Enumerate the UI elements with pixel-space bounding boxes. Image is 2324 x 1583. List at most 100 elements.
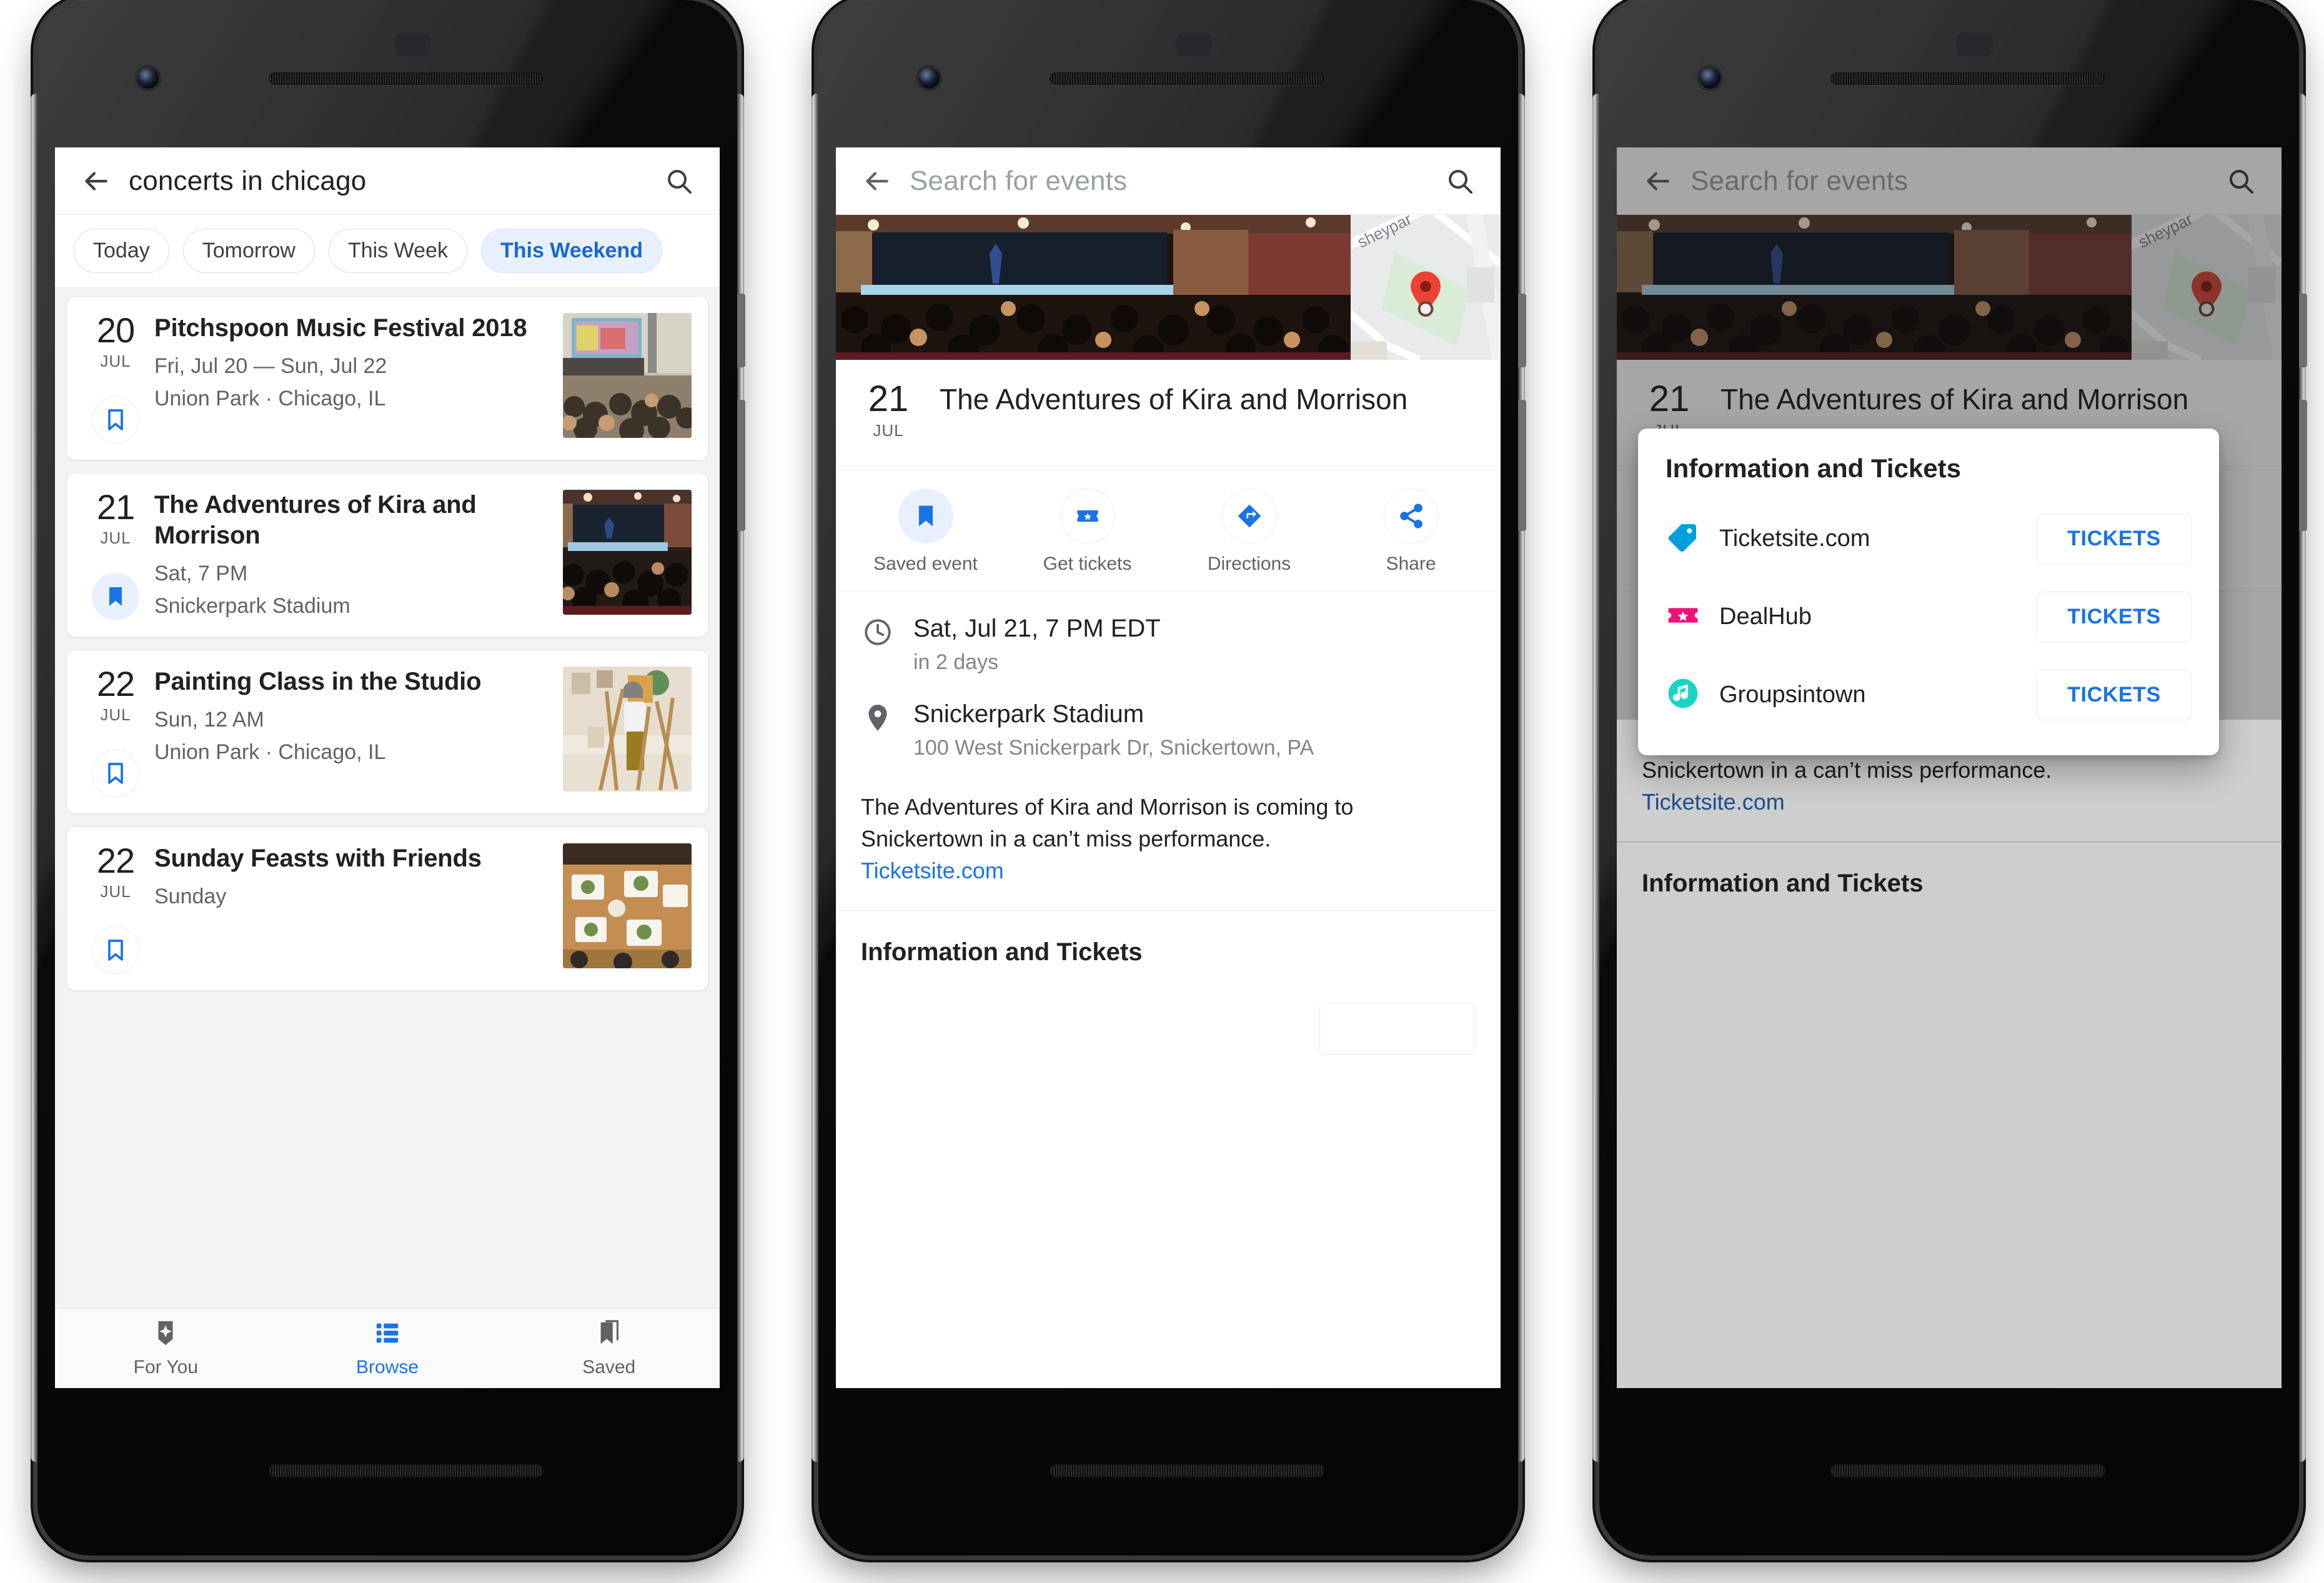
- location-pin-icon: [861, 698, 895, 733]
- event-datetime: Sunday: [154, 884, 227, 908]
- nav-item-saved[interactable]: Saved: [498, 1309, 720, 1388]
- event-date: 21 JUL: [858, 381, 918, 440]
- bottom-speaker: [1830, 1464, 2105, 1477]
- phone-2-left-rail: [812, 94, 818, 1462]
- search-icon[interactable]: [1441, 162, 1479, 201]
- action-saved-event[interactable]: Saved event: [845, 489, 1006, 575]
- event-body: The Adventures of Kira and Morrison Sat,…: [154, 490, 559, 620]
- phone-2-screen: Search for events sheypar 21 JUL The Adv…: [836, 147, 1501, 1388]
- event-title: Painting Class in the Studio: [154, 668, 482, 695]
- provider-row: DealHub TICKETS: [1638, 578, 2219, 656]
- description-link[interactable]: Ticketsite.com: [861, 858, 1004, 883]
- music-note-circle-icon: [1666, 676, 1701, 714]
- action-share[interactable]: Share: [1330, 489, 1492, 575]
- bookmark-button[interactable]: [92, 573, 139, 620]
- event-card[interactable]: 22 JUL Sunday Feasts with Friends Sunday: [66, 826, 708, 991]
- back-button[interactable]: [857, 162, 896, 201]
- event-day: 22: [96, 664, 135, 703]
- bookmark-filled-icon: [898, 489, 953, 543]
- search-icon[interactable]: [660, 162, 698, 201]
- back-button[interactable]: [76, 162, 115, 201]
- event-thumbnail: [563, 313, 692, 438]
- bookmark-button[interactable]: [92, 926, 139, 974]
- event-day: 22: [96, 841, 135, 880]
- bottom-speaker: [1050, 1464, 1324, 1477]
- tickets-button-partial[interactable]: [1319, 1003, 1476, 1056]
- chip-this-weekend[interactable]: This Weekend: [480, 229, 662, 273]
- information-and-tickets-dialog: Information and Tickets Ticketsite.com T…: [1638, 429, 2219, 755]
- phone-3-volume-button[interactable]: [2299, 400, 2307, 531]
- bottom-navigation: For You Browse Saved: [55, 1308, 720, 1388]
- chip-this-week[interactable]: This Week: [328, 229, 467, 273]
- phone-1-volume-button[interactable]: [737, 400, 745, 531]
- provider-name: Ticketsite.com: [1719, 525, 1870, 552]
- event-card[interactable]: 22 JUL Painting Class in the Studio Sun,…: [66, 650, 708, 814]
- search-input[interactable]: Search for events: [910, 166, 1441, 197]
- event-card[interactable]: 20 JUL Pitchspoon Music Festival 2018 Fr…: [66, 296, 708, 460]
- event-countdown: in 2 days: [913, 650, 999, 674]
- ticket-star-icon: [1666, 598, 1701, 636]
- event-card[interactable]: 21 JUL The Adventures of Kira and Morris…: [66, 473, 708, 637]
- phone-3-screen: Search for events sheypar 21 The Adventu…: [1617, 147, 2282, 1388]
- nav-item-browse[interactable]: Browse: [277, 1309, 499, 1388]
- action-get-tickets[interactable]: Get tickets: [1006, 489, 1168, 575]
- event-date: 21 JUL: [81, 490, 151, 620]
- event-hero-photo: [836, 215, 1351, 367]
- nav-label: For You: [133, 1357, 199, 1377]
- bottom-speaker: [269, 1464, 544, 1477]
- nav-item-for-you[interactable]: For You: [55, 1309, 277, 1388]
- provider-name: Groupsintown: [1719, 682, 1866, 708]
- event-month: JUL: [100, 705, 131, 724]
- search-bar[interactable]: Search for events: [836, 147, 1501, 215]
- event-date: 22 JUL: [81, 843, 151, 974]
- provider-name: DealHub: [1719, 603, 1812, 630]
- event-body: Sunday Feasts with Friends Sunday: [154, 843, 559, 974]
- event-venue: Snickerpark Stadium: [154, 593, 350, 618]
- phone-1-left-rail: [31, 94, 37, 1462]
- event-month: JUL: [873, 421, 904, 440]
- nav-label: Browse: [355, 1357, 419, 1377]
- section-title-information-tickets: Information and Tickets: [861, 938, 1143, 966]
- bookmark-button[interactable]: [92, 750, 139, 797]
- phone-2-volume-button[interactable]: [1518, 400, 1526, 531]
- event-description: The Adventures of Kira and Morrison is c…: [836, 788, 1501, 910]
- proximity-sensor: [395, 32, 431, 56]
- bookmark-button[interactable]: [92, 396, 139, 444]
- event-title: Sunday Feasts with Friends: [154, 845, 482, 872]
- tickets-button[interactable]: TICKETS: [2037, 670, 2192, 720]
- map-pin-icon: [1407, 270, 1444, 322]
- event-thumbnail: [563, 667, 692, 792]
- action-directions[interactable]: Directions: [1168, 489, 1330, 575]
- event-header: 21 JUL The Adventures of Kira and Morris…: [836, 360, 1501, 470]
- event-list[interactable]: 20 JUL Pitchspoon Music Festival 2018 Fr…: [55, 287, 720, 1311]
- phone-3: Search for events sheypar 21 The Adventu…: [1592, 0, 2307, 1556]
- phone-1-power-button[interactable]: [737, 294, 745, 367]
- info-row-where[interactable]: Snickerpark Stadium 100 West Snickerpark…: [861, 698, 1476, 762]
- action-row: Saved event Get tickets Directions: [836, 470, 1501, 592]
- event-day: 20: [96, 310, 135, 350]
- search-bar[interactable]: concerts in chicago: [55, 147, 720, 215]
- tickets-button[interactable]: TICKETS: [2037, 514, 2192, 564]
- event-month: JUL: [100, 882, 131, 901]
- event-body: Painting Class in the Studio Sun, 12 AM …: [154, 667, 559, 797]
- phone-3-power-button[interactable]: [2299, 294, 2307, 367]
- phone-2-power-button[interactable]: [1518, 294, 1526, 367]
- front-camera-icon: [1699, 67, 1721, 89]
- chip-today[interactable]: Today: [74, 229, 169, 273]
- phone-1: concerts in chicago Today Tomorrow This …: [31, 0, 745, 1556]
- modal-scrim[interactable]: [1617, 147, 2282, 1388]
- event-month: JUL: [100, 528, 131, 547]
- search-input[interactable]: concerts in chicago: [129, 166, 660, 197]
- clock-icon: [861, 613, 895, 648]
- event-info: Sat, Jul 21, 7 PM EDT in 2 days Snickerp…: [836, 592, 1501, 788]
- event-thumbnail: [563, 843, 692, 968]
- ticket-icon: [1060, 489, 1115, 543]
- venue-map[interactable]: sheypar: [1342, 204, 1501, 366]
- action-label: Get tickets: [1043, 553, 1132, 574]
- directions-icon: [1221, 489, 1277, 543]
- tickets-button[interactable]: TICKETS: [2037, 592, 2192, 642]
- action-label: Directions: [1207, 553, 1291, 574]
- phone-3-left-rail: [1592, 94, 1599, 1462]
- chip-tomorrow[interactable]: Tomorrow: [182, 229, 315, 273]
- event-title: Pitchspoon Music Festival 2018: [154, 314, 527, 342]
